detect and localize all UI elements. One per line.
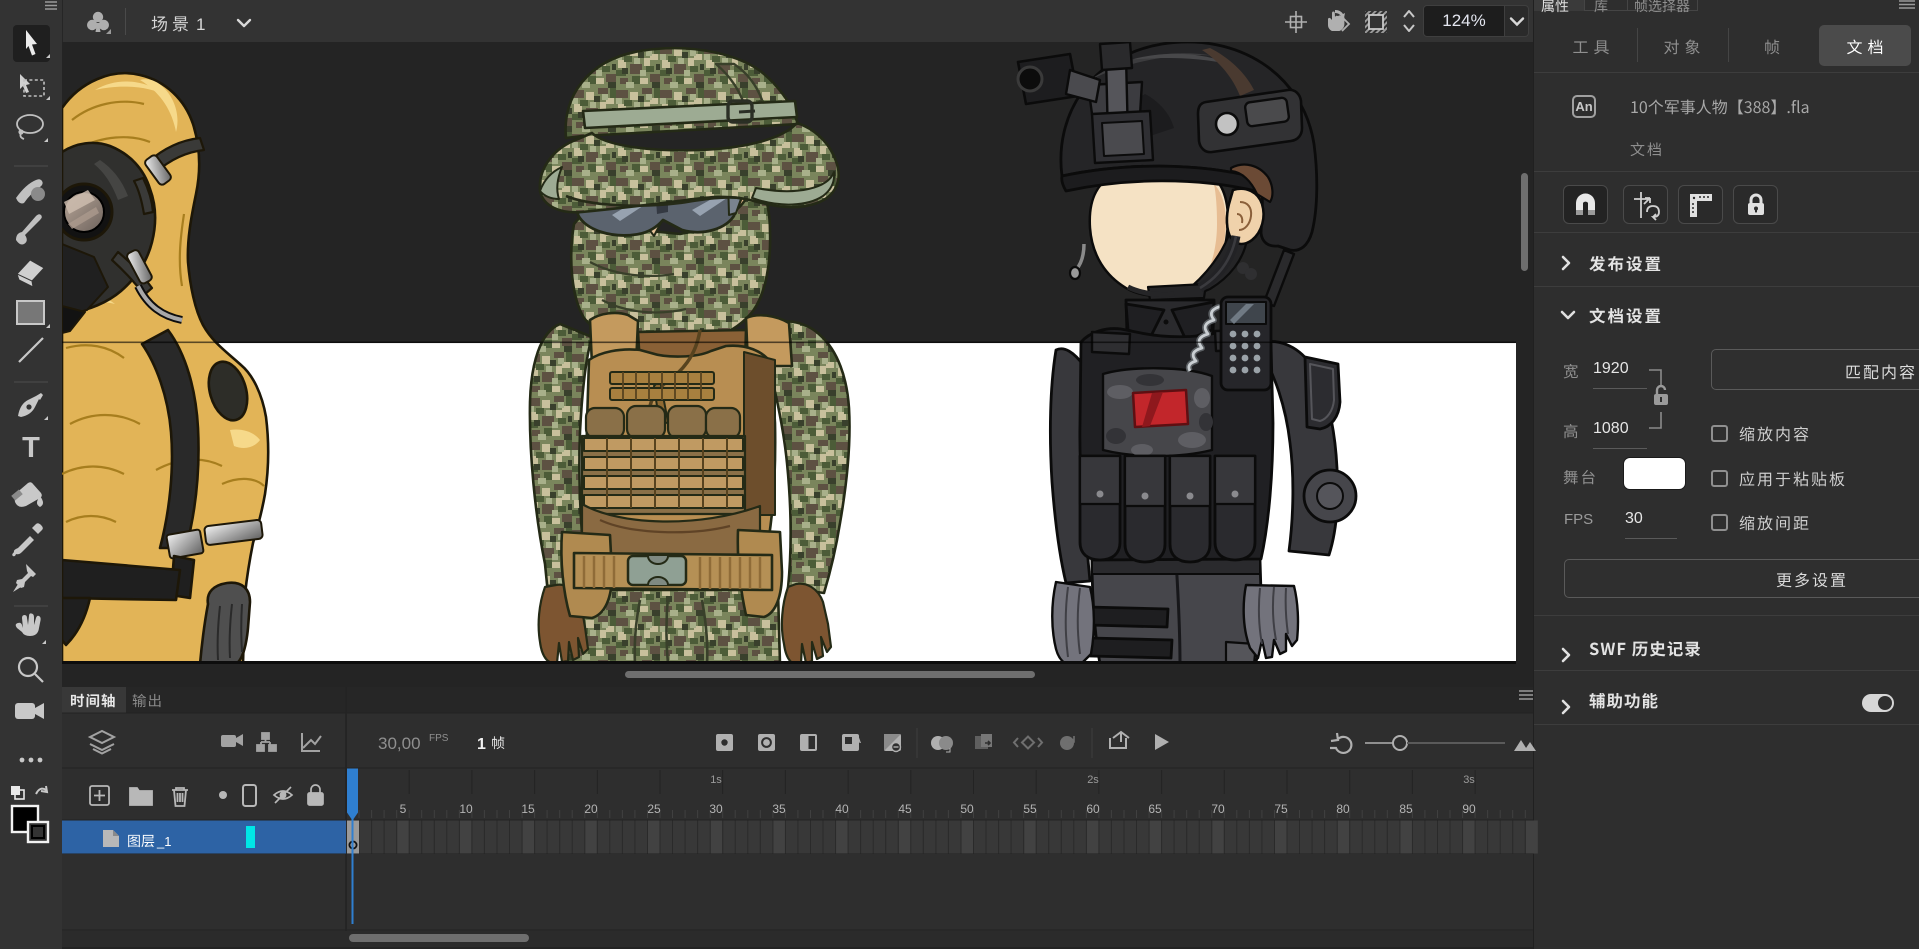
svg-text:55: 55: [1023, 802, 1037, 816]
svg-text:10: 10: [459, 802, 473, 816]
svg-text:3s: 3s: [1463, 774, 1475, 786]
svg-text:75: 75: [1274, 802, 1288, 816]
svg-text:1s: 1s: [710, 774, 722, 786]
svg-text:45: 45: [898, 802, 912, 816]
svg-text:80: 80: [1336, 802, 1350, 816]
svg-text:5: 5: [400, 802, 407, 816]
svg-text:15: 15: [521, 802, 535, 816]
svg-text:40: 40: [835, 802, 849, 816]
svg-text:2s: 2s: [1087, 774, 1099, 786]
svg-text:T: T: [22, 432, 40, 464]
svg-text:70: 70: [1211, 802, 1225, 816]
svg-text:20: 20: [584, 802, 598, 816]
svg-text:90: 90: [1462, 802, 1476, 816]
svg-text:65: 65: [1148, 802, 1162, 816]
svg-text:A: A: [854, 735, 861, 746]
svg-text:30: 30: [709, 802, 723, 816]
svg-text:85: 85: [1399, 802, 1413, 816]
svg-text:35: 35: [772, 802, 786, 816]
svg-text:50: 50: [960, 802, 974, 816]
svg-text:25: 25: [647, 802, 661, 816]
svg-text:60: 60: [1086, 802, 1100, 816]
